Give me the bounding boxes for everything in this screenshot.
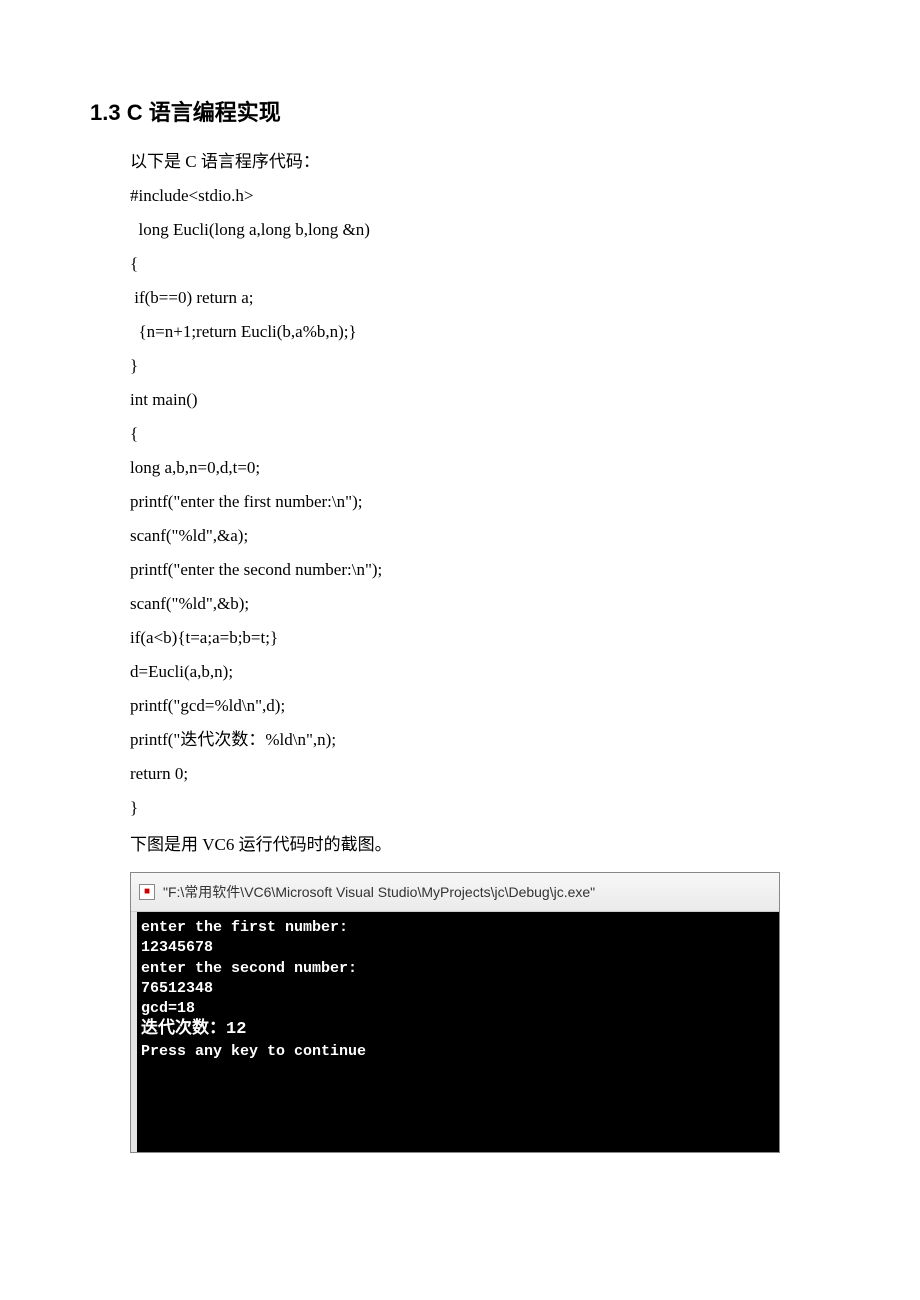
code-line: } [130,349,830,383]
code-line: if(b==0) return a; [130,281,830,315]
application-icon: ■ [139,884,155,900]
intro-text: 以下是 C 语言程序代码： [130,145,830,179]
code-line: d=Eucli(a,b,n); [130,655,830,689]
code-line: scanf("%ld",&a); [130,519,830,553]
console-output-line: gcd=18 [141,1000,195,1017]
code-line: long a,b,n=0,d,t=0; [130,451,830,485]
console-output-line: Press any key to continue [141,1043,366,1060]
code-line: scanf("%ld",&b); [130,587,830,621]
code-line: printf("enter the second number:\n"); [130,553,830,587]
console-output-line: enter the second number: [141,960,357,977]
code-line: {n=n+1;return Eucli(b,a%b,n);} [130,315,830,349]
code-line: printf("gcd=%ld\n",d); [130,689,830,723]
console-output-line: 12345678 [141,939,213,956]
console-window: ■ "F:\常用软件\VC6\Microsoft Visual Studio\M… [130,872,780,1153]
code-line: if(a<b){t=a;a=b;b=t;} [130,621,830,655]
code-line: long Eucli(long a,long b,long &n) [130,213,830,247]
section-heading: 1.3 C 语言编程实现 [90,95,830,127]
console-output: enter the first number: 12345678 enter t… [131,912,779,1152]
code-line: } [130,791,830,825]
console-output-line: 迭代次数：12 [141,1020,246,1039]
console-output-line: 76512348 [141,980,213,997]
figure-caption: 下图是用 VC6 运行代码时的截图。 [130,828,830,862]
code-line: int main() [130,383,830,417]
code-line: { [130,417,830,451]
code-line: printf("迭代次数：%ld\n",n); [130,723,830,757]
code-line: printf("enter the first number:\n"); [130,485,830,519]
console-output-line: enter the first number: [141,919,348,936]
code-line: #include<stdio.h> [130,179,830,213]
content-block: 以下是 C 语言程序代码： #include<stdio.h> long Euc… [90,145,830,1153]
console-titlebar: ■ "F:\常用软件\VC6\Microsoft Visual Studio\M… [131,873,779,912]
code-line: { [130,247,830,281]
code-line: return 0; [130,757,830,791]
console-title-text: "F:\常用软件\VC6\Microsoft Visual Studio\MyP… [163,878,595,906]
